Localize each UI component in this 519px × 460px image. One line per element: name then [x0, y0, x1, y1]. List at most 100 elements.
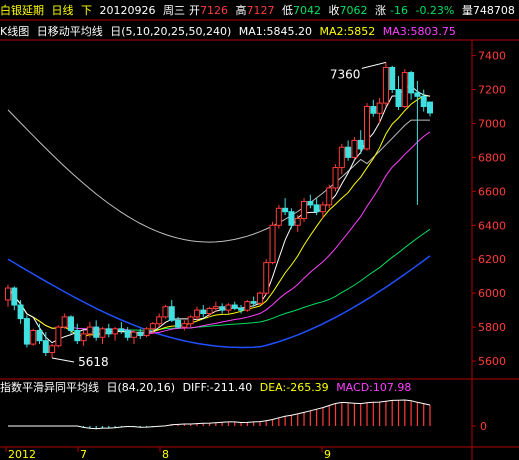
candle-body [332, 167, 339, 189]
candle-body [149, 323, 156, 330]
quote-header: 白银延期 日线 下 20120926 周三 开7126 高7127 低7042 收… [0, 3, 519, 19]
price-tick-label: 6000 [478, 287, 506, 300]
candle-body [49, 345, 56, 354]
low-marker-line [52, 357, 75, 363]
candle-body [162, 306, 169, 318]
candle-body [288, 211, 295, 226]
price-tick-label: 6400 [478, 219, 506, 232]
candle-body [351, 139, 358, 158]
time-tick-label: 8 [162, 448, 169, 460]
candle-body [206, 307, 213, 315]
candle-body [269, 224, 276, 264]
candle-body [93, 326, 100, 338]
high-marker-label: 7360 [330, 67, 361, 81]
candle-body [319, 204, 326, 213]
candle-body [187, 316, 194, 325]
candle-body [364, 105, 371, 150]
candle-body [427, 101, 433, 114]
period-label[interactable]: 日线 [52, 4, 74, 17]
volume-value: 748708 [472, 4, 515, 17]
candle-body [67, 316, 74, 331]
candle-body [313, 204, 320, 213]
candle-body [74, 329, 81, 342]
candle-body [244, 301, 251, 311]
quote-date: 20120926 [99, 4, 156, 17]
candle-body [282, 207, 289, 213]
high-value: 7127 [246, 4, 275, 17]
ma3-value: MA3:5803.75 [382, 25, 456, 38]
candle-body [30, 329, 37, 345]
ma1-value: MA1:5845.20 [238, 25, 312, 38]
price-tick-label: 6200 [478, 253, 506, 266]
ma2-value: MA2:5852 [319, 25, 376, 38]
candle-body [175, 319, 182, 328]
candle-body [370, 105, 377, 114]
quote-weekday: 周三 [163, 4, 185, 17]
candle-body [326, 187, 333, 206]
change-label: 涨 [375, 4, 386, 17]
candle-body [86, 326, 93, 335]
candle-body [376, 102, 383, 114]
candle-body [225, 304, 232, 311]
candle-body [200, 309, 207, 315]
macd-params: 日(84,20,16) [106, 381, 176, 394]
open-value: 7126 [200, 4, 228, 17]
candle-body [395, 89, 402, 107]
change-value: -16 [390, 4, 408, 17]
candle-body [168, 306, 175, 321]
stock-name[interactable]: 白银延期 [0, 4, 44, 17]
time-tick-label: 9 [324, 448, 331, 460]
ma-params: 日(5,10,20,25,50,240) [110, 25, 232, 38]
candle-body [219, 306, 226, 311]
candle-body [294, 217, 301, 226]
price-tick-label: 7200 [478, 84, 506, 97]
candle-body [263, 262, 270, 294]
time-tick-label: 7 [80, 448, 87, 460]
candle-body [55, 326, 62, 347]
open-label: 开 [189, 4, 200, 17]
candle-body [301, 201, 308, 219]
macd-indicator-name[interactable]: 指数平滑异同平均线 [0, 381, 99, 394]
candle-body [80, 333, 87, 342]
candle-body [143, 328, 150, 337]
ma-indicator-name[interactable]: 日移动平均线 [37, 25, 103, 38]
candle-body [307, 201, 314, 206]
macd-tick-label: 0 [480, 420, 487, 433]
candle-body [275, 207, 282, 226]
candle-body [118, 328, 125, 331]
low-label: 低 [282, 4, 293, 17]
candle-body [23, 318, 30, 345]
candle-body [193, 309, 200, 318]
price-tick-label: 6600 [478, 185, 506, 198]
candle-body [389, 66, 396, 91]
chart-name[interactable]: K线图 [0, 25, 29, 38]
candle-body [238, 307, 245, 311]
candle-body [11, 287, 18, 306]
candle-body [5, 287, 11, 301]
high-marker-line [361, 61, 387, 69]
candle-body [156, 316, 163, 325]
macd-value: MACD:107.98 [336, 381, 412, 394]
candle-body [401, 72, 408, 107]
low-marker-label: 5618 [78, 355, 109, 369]
dea-value: DEA:-265.39 [259, 381, 329, 394]
macd-indicator-bar: 指数平滑异同平均线 日(84,20,16) DIFF:-211.40 DEA:-… [0, 380, 519, 396]
candle-body [17, 304, 24, 320]
candle-body [231, 304, 238, 309]
candle-body [212, 306, 219, 309]
candle-body [99, 328, 106, 338]
candle-body [42, 340, 49, 354]
candle-body [181, 323, 188, 328]
price-tick-label: 7000 [478, 117, 506, 130]
price-tick-label: 7400 [478, 50, 506, 63]
candle-body [382, 66, 389, 104]
ma-indicator-bar: K线图 日移动平均线 日(5,10,20,25,50,240) MA1:5845… [0, 24, 519, 40]
price-tick-label: 6800 [478, 151, 506, 164]
candle-body [256, 292, 263, 304]
candle-body [124, 329, 131, 338]
candle-body [130, 331, 137, 338]
candle-body [137, 331, 144, 337]
candle-body [250, 301, 257, 304]
candle-body [345, 146, 352, 158]
price-tick-label: 5800 [478, 321, 506, 334]
